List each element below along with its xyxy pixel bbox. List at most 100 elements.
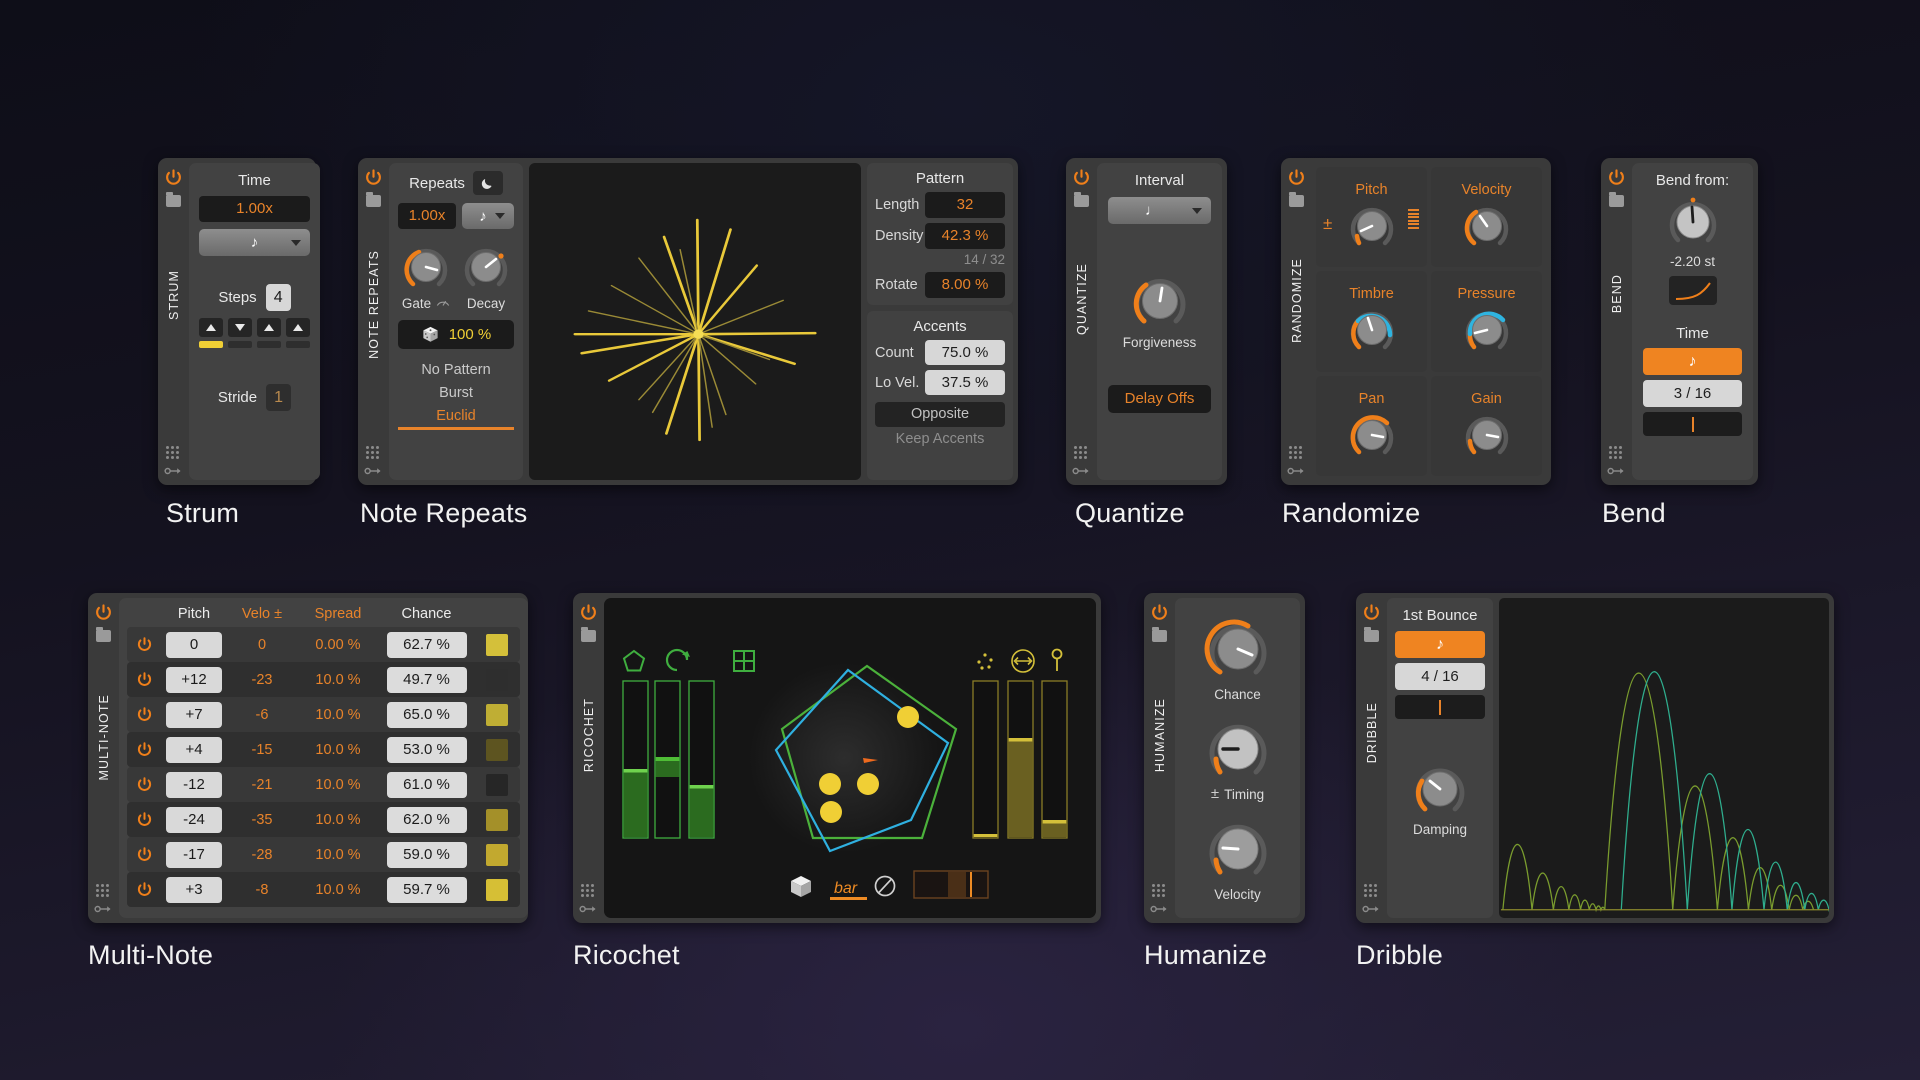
row-velo[interactable]: -23 [227, 672, 297, 688]
pattern-rotate-value[interactable]: 8.00 % [925, 272, 1005, 298]
row-color-swatch[interactable] [486, 773, 508, 796]
power-icon[interactable] [165, 169, 182, 186]
rotate-slider[interactable] [654, 680, 681, 839]
null-icon[interactable] [874, 875, 896, 897]
pin-icon[interactable] [1051, 648, 1063, 672]
row-color-swatch[interactable] [486, 878, 508, 901]
row-color-swatch[interactable] [486, 843, 508, 866]
table-row[interactable]: -12 -21 10.0 % 61.0 % [127, 767, 520, 802]
randomize-cell-gain[interactable]: Gain [1431, 375, 1542, 476]
bend-time-tick[interactable] [1643, 412, 1742, 436]
row-velo[interactable]: -6 [227, 707, 297, 723]
row-velo[interactable]: -21 [227, 777, 297, 793]
humanize-chance-knob[interactable]: Chance [1203, 614, 1273, 702]
step-arrow-3[interactable] [286, 318, 310, 348]
spread-icon[interactable] [1011, 649, 1035, 673]
table-row[interactable]: -17 -28 10.0 % 59.0 % [127, 837, 520, 872]
pin-slider[interactable] [1041, 680, 1068, 839]
randomize-cell-timbre[interactable]: Timbre [1316, 271, 1427, 372]
dribble-damping-knob[interactable]: Damping [1395, 759, 1485, 837]
row-color-swatch[interactable] [486, 703, 508, 726]
midi-route-icon[interactable] [1607, 466, 1626, 476]
folder-icon[interactable] [166, 192, 181, 207]
spread-slider[interactable] [1007, 680, 1034, 839]
bars-icon[interactable] [1408, 209, 1419, 229]
step-bar-2[interactable] [257, 341, 281, 348]
shape-slider[interactable] [622, 680, 649, 839]
dribble-tick[interactable] [1395, 695, 1485, 719]
row-chance[interactable]: 65.0 % [386, 701, 467, 728]
randomize-slider[interactable] [972, 680, 999, 839]
row-spread[interactable]: 10.0 % [297, 777, 379, 793]
midi-route-icon[interactable] [364, 466, 383, 476]
row-velo[interactable]: -28 [227, 847, 297, 863]
ricochet-canvas[interactable]: bar [604, 598, 1096, 918]
row-spread[interactable]: 10.0 % [297, 672, 379, 688]
row-power-icon[interactable] [127, 672, 161, 687]
power-icon[interactable] [580, 604, 597, 621]
midi-route-icon[interactable] [94, 904, 113, 914]
power-icon[interactable] [1073, 169, 1090, 186]
dribble-bounce-graph[interactable] [1499, 598, 1829, 918]
power-icon[interactable] [95, 604, 112, 621]
gate-knob[interactable]: Gate [400, 241, 452, 311]
pattern-option-no-pattern[interactable]: No Pattern [398, 358, 514, 381]
folder-icon[interactable] [366, 192, 381, 207]
step-arrow-2[interactable] [257, 318, 281, 348]
step-arrow-1[interactable] [228, 318, 252, 348]
row-spread[interactable]: 10.0 % [297, 742, 379, 758]
folder-icon[interactable] [1074, 192, 1089, 207]
randomize-cell-pan[interactable]: Pan [1316, 375, 1427, 476]
row-pitch[interactable]: +3 [166, 876, 222, 903]
row-chance[interactable]: 59.7 % [386, 876, 467, 903]
accents-count-value[interactable]: 75.0 % [925, 340, 1005, 365]
accents-keep-label[interactable]: Keep Accents [875, 431, 1005, 447]
row-pitch[interactable]: +7 [166, 701, 222, 728]
pentagon-icon[interactable] [622, 649, 646, 672]
accents-opposite-button[interactable]: Opposite [875, 402, 1005, 427]
row-spread[interactable]: 10.0 % [297, 847, 379, 863]
row-chance[interactable]: 61.0 % [386, 771, 467, 798]
dribble-note-button[interactable]: ♪ [1395, 631, 1485, 658]
row-chance[interactable]: 53.0 % [386, 736, 467, 763]
row-spread[interactable]: 10.0 % [297, 812, 379, 828]
power-icon[interactable] [1151, 604, 1168, 621]
randomize-cell-velocity[interactable]: Velocity [1431, 167, 1542, 268]
sparkle-icon[interactable] [977, 653, 993, 670]
plus-minus-icon[interactable]: ± [1323, 215, 1332, 232]
power-icon[interactable] [1608, 169, 1625, 186]
note-repeats-value[interactable]: 1.00x [398, 203, 456, 229]
row-chance[interactable]: 62.0 % [386, 806, 467, 833]
bend-time-fraction[interactable]: 3 / 16 [1643, 380, 1742, 407]
folder-icon[interactable] [96, 627, 111, 642]
row-power-icon[interactable] [127, 637, 161, 652]
bend-curve-button[interactable] [1668, 276, 1717, 305]
step-bar-1[interactable] [228, 341, 252, 348]
row-power-icon[interactable] [127, 742, 161, 757]
row-color-swatch[interactable] [486, 738, 508, 761]
strum-note-division-dropdown[interactable]: ♪ [199, 229, 310, 256]
row-spread[interactable]: 10.0 % [297, 707, 379, 723]
pattern-option-burst[interactable]: Burst [398, 381, 514, 404]
row-color-swatch[interactable] [486, 808, 508, 831]
folder-icon[interactable] [1152, 627, 1167, 642]
humanize-velocity-knob[interactable]: Velocity [1203, 814, 1273, 902]
drag-handle-icon[interactable] [1074, 445, 1089, 459]
ricochet-display[interactable]: bar [604, 598, 1096, 918]
moon-icon[interactable] [472, 171, 503, 195]
row-pitch[interactable]: -24 [166, 806, 222, 833]
power-icon[interactable] [365, 169, 382, 186]
power-icon[interactable] [1288, 169, 1305, 186]
forgiveness-knob[interactable]: Forgiveness [1108, 270, 1211, 350]
grid-slider[interactable] [688, 680, 715, 839]
bend-time-note-button[interactable]: ♪ [1643, 348, 1742, 375]
drag-handle-icon[interactable] [1609, 445, 1624, 459]
table-row[interactable]: 0 0 0.00 % 62.7 % [127, 627, 520, 662]
randomize-cell-pressure[interactable]: Pressure [1431, 271, 1542, 372]
row-velo[interactable]: -15 [227, 742, 297, 758]
step-bar-3[interactable] [286, 341, 310, 348]
row-spread[interactable]: 0.00 % [297, 637, 379, 653]
dribble-fraction[interactable]: 4 / 16 [1395, 663, 1485, 690]
row-color-swatch[interactable] [486, 633, 508, 656]
accents-lovel-value[interactable]: 37.5 % [925, 370, 1005, 395]
